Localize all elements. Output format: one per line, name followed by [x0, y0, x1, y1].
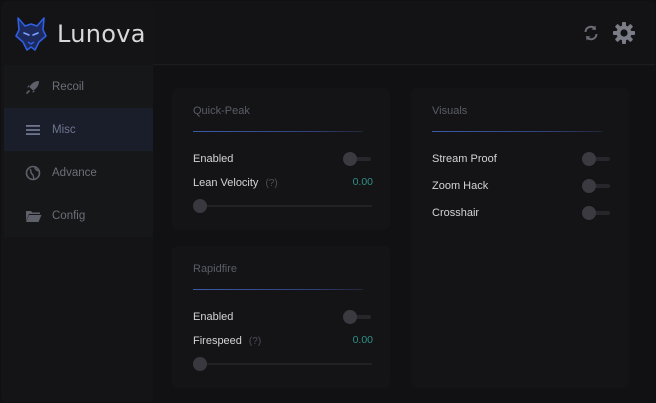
sidebar: Lunova Recoil Misc Advance Config: [1, 1, 153, 402]
firespeed-label: Firespeed (?): [193, 332, 261, 350]
help-icon[interactable]: (?): [249, 336, 261, 347]
help-icon[interactable]: (?): [265, 178, 277, 189]
card-divider: [193, 289, 363, 290]
refresh-button[interactable]: [579, 21, 603, 45]
stream-proof-toggle[interactable]: [582, 152, 612, 166]
sidebar-item-misc[interactable]: Misc: [4, 108, 153, 151]
enabled-label: Enabled: [193, 150, 233, 168]
quick-peak-card: Quick-Peak Enabled Lean Velocity (?) 0.0…: [172, 88, 390, 230]
sidebar-item-recoil[interactable]: Recoil: [4, 65, 153, 108]
header-bar: [153, 1, 655, 65]
slider-thumb[interactable]: [193, 357, 207, 371]
lean-velocity-text: Lean Velocity: [193, 177, 259, 189]
enabled-label: Enabled: [193, 308, 233, 326]
quick-peak-enabled-toggle[interactable]: [343, 152, 373, 166]
app-title: Lunova: [57, 20, 146, 48]
rocket-icon: [24, 78, 42, 96]
sidebar-item-config[interactable]: Config: [4, 194, 153, 237]
rapidfire-card: Rapidfire Enabled Firespeed (?) 0.00: [172, 246, 390, 388]
rapidfire-enabled-toggle[interactable]: [343, 310, 373, 324]
wolf-logo-icon: [15, 17, 47, 51]
card-title: Visuals: [432, 105, 468, 117]
firespeed-value: 0.00: [352, 334, 373, 346]
stream-proof-text: Stream Proof: [432, 153, 497, 165]
folder-icon: [24, 207, 42, 225]
crosshair-toggle[interactable]: [582, 206, 612, 220]
zoom-hack-label: Zoom Hack: [432, 177, 488, 195]
zoom-hack-text: Zoom Hack: [432, 180, 489, 192]
refresh-icon: [584, 25, 598, 41]
sidebar-item-label: Misc: [52, 123, 76, 136]
firespeed-slider[interactable]: [193, 357, 372, 371]
crosshair-text: Crosshair: [432, 207, 480, 219]
card-divider: [193, 131, 363, 132]
globe-icon: [24, 164, 42, 182]
sidebar-item-label: Advance: [52, 166, 97, 179]
sidebar-nav: Recoil Misc Advance Config: [4, 65, 153, 237]
settings-gear-icon: [613, 22, 635, 44]
lean-velocity-value: 0.00: [352, 176, 373, 188]
sidebar-item-advance[interactable]: Advance: [4, 151, 153, 194]
enabled-text: Enabled: [193, 153, 234, 165]
settings-button[interactable]: [611, 20, 637, 46]
menu-icon: [24, 121, 42, 139]
app-window: Lunova Recoil Misc Advance Config Quick-…: [1, 1, 655, 402]
card-divider: [432, 131, 602, 132]
visuals-card: Visuals Stream Proof Zoom Hack Crosshair: [411, 88, 629, 388]
lean-velocity-label: Lean Velocity (?): [193, 174, 278, 192]
brand: Lunova: [15, 15, 146, 53]
card-title: Quick-Peak: [193, 105, 250, 117]
sidebar-item-label: Config: [52, 209, 86, 222]
enabled-text: Enabled: [193, 311, 234, 323]
card-title: Rapidfire: [193, 263, 238, 275]
sidebar-item-label: Recoil: [52, 80, 84, 93]
lean-velocity-slider[interactable]: [193, 199, 372, 213]
zoom-hack-toggle[interactable]: [582, 179, 612, 193]
crosshair-label: Crosshair: [432, 204, 479, 222]
slider-thumb[interactable]: [193, 199, 207, 213]
stream-proof-label: Stream Proof: [432, 150, 497, 168]
content-area: Quick-Peak Enabled Lean Velocity (?) 0.0…: [153, 66, 655, 402]
firespeed-text: Firespeed: [193, 335, 242, 347]
